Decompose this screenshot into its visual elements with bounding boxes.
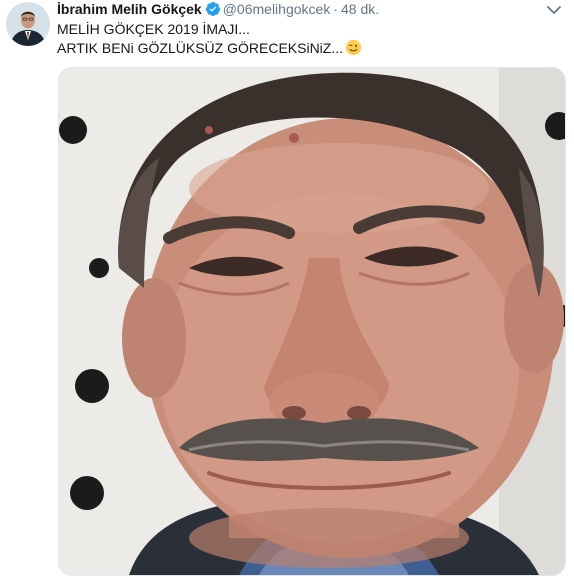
tweet-timestamp[interactable]: 48 dk. <box>341 1 379 17</box>
tweet-text: MELİH GÖKÇEK 2019 İMAJI... ARTIK BENi GÖ… <box>57 20 362 61</box>
tweet-header: İbrahim Melih Gökçek @06melihgokcek · 48 dk… <box>57 0 379 18</box>
chevron-down-icon[interactable] <box>546 3 562 15</box>
header-separator: · <box>333 1 338 17</box>
winking-face-emoji-icon <box>345 39 362 61</box>
verified-badge-icon <box>205 1 221 21</box>
tweet-text-line-1: MELİH GÖKÇEK 2019 İMAJI... <box>57 21 250 37</box>
tweet-text-line-2: ARTIK BENi GÖZLÜKSÜZ GÖRECEKSiNiZ... <box>57 40 344 56</box>
author-name[interactable]: İbrahim Melih Gökçek <box>57 1 202 17</box>
tweet[interactable]: İbrahim Melih Gökçek @06melihgokcek · 48 dk… <box>0 0 574 582</box>
author-handle[interactable]: @06melihgokcek <box>223 1 331 17</box>
author-avatar[interactable] <box>6 2 50 46</box>
tweet-text-line-2-wrapper: ARTIK BENi GÖZLÜKSÜZ GÖRECEKSiNiZ... <box>57 39 362 61</box>
tweet-photo[interactable] <box>58 67 566 576</box>
